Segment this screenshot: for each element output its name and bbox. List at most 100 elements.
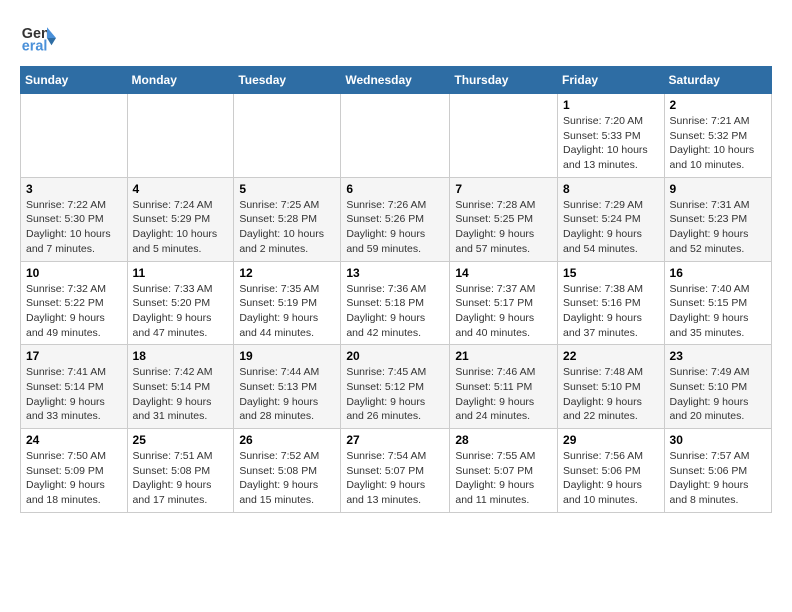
calendar-cell <box>234 94 341 178</box>
day-info: Sunrise: 7:36 AM Sunset: 5:18 PM Dayligh… <box>346 282 444 341</box>
day-number: 23 <box>670 349 766 363</box>
day-info: Sunrise: 7:48 AM Sunset: 5:10 PM Dayligh… <box>563 365 659 424</box>
day-info: Sunrise: 7:32 AM Sunset: 5:22 PM Dayligh… <box>26 282 122 341</box>
day-number: 11 <box>133 266 229 280</box>
day-number: 1 <box>563 98 659 112</box>
day-number: 8 <box>563 182 659 196</box>
day-info: Sunrise: 7:52 AM Sunset: 5:08 PM Dayligh… <box>239 449 335 508</box>
day-info: Sunrise: 7:56 AM Sunset: 5:06 PM Dayligh… <box>563 449 659 508</box>
logo-icon: Gen eral <box>20 20 56 56</box>
calendar-cell: 28 Sunrise: 7:55 AM Sunset: 5:07 PM Dayli… <box>450 429 558 513</box>
day-number: 5 <box>239 182 335 196</box>
logo: Gen eral <box>20 20 62 56</box>
calendar-cell <box>450 94 558 178</box>
day-info: Sunrise: 7:57 AM Sunset: 5:06 PM Dayligh… <box>670 449 766 508</box>
calendar-cell: 17 Sunrise: 7:41 AM Sunset: 5:14 PM Dayli… <box>21 345 128 429</box>
day-number: 10 <box>26 266 122 280</box>
calendar-cell: 18 Sunrise: 7:42 AM Sunset: 5:14 PM Dayli… <box>127 345 234 429</box>
day-number: 7 <box>455 182 552 196</box>
calendar-cell: 11 Sunrise: 7:33 AM Sunset: 5:20 PM Dayli… <box>127 261 234 345</box>
day-info: Sunrise: 7:35 AM Sunset: 5:19 PM Dayligh… <box>239 282 335 341</box>
calendar-cell: 6 Sunrise: 7:26 AM Sunset: 5:26 PM Daylig… <box>341 177 450 261</box>
day-info: Sunrise: 7:28 AM Sunset: 5:25 PM Dayligh… <box>455 198 552 257</box>
calendar-cell: 26 Sunrise: 7:52 AM Sunset: 5:08 PM Dayli… <box>234 429 341 513</box>
calendar-cell: 4 Sunrise: 7:24 AM Sunset: 5:29 PM Daylig… <box>127 177 234 261</box>
calendar-cell: 8 Sunrise: 7:29 AM Sunset: 5:24 PM Daylig… <box>558 177 665 261</box>
day-number: 24 <box>26 433 122 447</box>
calendar-cell: 21 Sunrise: 7:46 AM Sunset: 5:11 PM Dayli… <box>450 345 558 429</box>
calendar-cell: 30 Sunrise: 7:57 AM Sunset: 5:06 PM Dayli… <box>664 429 771 513</box>
day-number: 20 <box>346 349 444 363</box>
calendar-week-3: 10 Sunrise: 7:32 AM Sunset: 5:22 PM Dayli… <box>21 261 772 345</box>
calendar-cell <box>21 94 128 178</box>
calendar-cell: 29Sunrise: 7:56 AM Sunset: 5:06 PM Dayli… <box>558 429 665 513</box>
day-info: Sunrise: 7:33 AM Sunset: 5:20 PM Dayligh… <box>133 282 229 341</box>
day-number: 14 <box>455 266 552 280</box>
day-number: 19 <box>239 349 335 363</box>
calendar-cell: 14 Sunrise: 7:37 AM Sunset: 5:17 PM Dayli… <box>450 261 558 345</box>
calendar: SundayMondayTuesdayWednesdayThursdayFrid… <box>20 66 772 513</box>
calendar-week-5: 24Sunrise: 7:50 AM Sunset: 5:09 PM Dayli… <box>21 429 772 513</box>
day-number: 13 <box>346 266 444 280</box>
day-info: Sunrise: 7:29 AM Sunset: 5:24 PM Dayligh… <box>563 198 659 257</box>
day-info: Sunrise: 7:42 AM Sunset: 5:14 PM Dayligh… <box>133 365 229 424</box>
calendar-cell <box>127 94 234 178</box>
calendar-cell: 27Sunrise: 7:54 AM Sunset: 5:07 PM Dayli… <box>341 429 450 513</box>
day-info: Sunrise: 7:26 AM Sunset: 5:26 PM Dayligh… <box>346 198 444 257</box>
day-number: 27 <box>346 433 444 447</box>
day-number: 9 <box>670 182 766 196</box>
day-info: Sunrise: 7:31 AM Sunset: 5:23 PM Dayligh… <box>670 198 766 257</box>
day-number: 16 <box>670 266 766 280</box>
day-info: Sunrise: 7:37 AM Sunset: 5:17 PM Dayligh… <box>455 282 552 341</box>
day-info: Sunrise: 7:41 AM Sunset: 5:14 PM Dayligh… <box>26 365 122 424</box>
col-header-sunday: Sunday <box>21 67 128 94</box>
calendar-cell: 7 Sunrise: 7:28 AM Sunset: 5:25 PM Daylig… <box>450 177 558 261</box>
svg-text:eral: eral <box>22 39 48 55</box>
day-number: 26 <box>239 433 335 447</box>
day-number: 17 <box>26 349 122 363</box>
day-info: Sunrise: 7:49 AM Sunset: 5:10 PM Dayligh… <box>670 365 766 424</box>
calendar-cell: 25 Sunrise: 7:51 AM Sunset: 5:08 PM Dayli… <box>127 429 234 513</box>
day-number: 6 <box>346 182 444 196</box>
day-info: Sunrise: 7:46 AM Sunset: 5:11 PM Dayligh… <box>455 365 552 424</box>
calendar-cell: 2Sunrise: 7:21 AM Sunset: 5:32 PM Daylig… <box>664 94 771 178</box>
day-info: Sunrise: 7:45 AM Sunset: 5:12 PM Dayligh… <box>346 365 444 424</box>
calendar-cell: 1 Sunrise: 7:20 AM Sunset: 5:33 PM Daylig… <box>558 94 665 178</box>
day-number: 4 <box>133 182 229 196</box>
calendar-cell: 20 Sunrise: 7:45 AM Sunset: 5:12 PM Dayli… <box>341 345 450 429</box>
day-number: 21 <box>455 349 552 363</box>
day-number: 18 <box>133 349 229 363</box>
page-header: Gen eral <box>20 20 772 56</box>
col-header-friday: Friday <box>558 67 665 94</box>
col-header-saturday: Saturday <box>664 67 771 94</box>
calendar-cell: 22Sunrise: 7:48 AM Sunset: 5:10 PM Dayli… <box>558 345 665 429</box>
calendar-week-2: 3Sunrise: 7:22 AM Sunset: 5:30 PM Daylig… <box>21 177 772 261</box>
day-info: Sunrise: 7:55 AM Sunset: 5:07 PM Dayligh… <box>455 449 552 508</box>
day-info: Sunrise: 7:24 AM Sunset: 5:29 PM Dayligh… <box>133 198 229 257</box>
col-header-wednesday: Wednesday <box>341 67 450 94</box>
calendar-cell: 23 Sunrise: 7:49 AM Sunset: 5:10 PM Dayli… <box>664 345 771 429</box>
day-number: 15 <box>563 266 659 280</box>
calendar-cell: 19 Sunrise: 7:44 AM Sunset: 5:13 PM Dayli… <box>234 345 341 429</box>
day-number: 25 <box>133 433 229 447</box>
day-info: Sunrise: 7:44 AM Sunset: 5:13 PM Dayligh… <box>239 365 335 424</box>
calendar-cell: 13 Sunrise: 7:36 AM Sunset: 5:18 PM Dayli… <box>341 261 450 345</box>
day-info: Sunrise: 7:22 AM Sunset: 5:30 PM Dayligh… <box>26 198 122 257</box>
calendar-cell: 3Sunrise: 7:22 AM Sunset: 5:30 PM Daylig… <box>21 177 128 261</box>
calendar-cell: 12 Sunrise: 7:35 AM Sunset: 5:19 PM Dayli… <box>234 261 341 345</box>
day-number: 12 <box>239 266 335 280</box>
calendar-cell: 24Sunrise: 7:50 AM Sunset: 5:09 PM Dayli… <box>21 429 128 513</box>
calendar-week-4: 17 Sunrise: 7:41 AM Sunset: 5:14 PM Dayli… <box>21 345 772 429</box>
day-number: 28 <box>455 433 552 447</box>
calendar-cell: 5Sunrise: 7:25 AM Sunset: 5:28 PM Daylig… <box>234 177 341 261</box>
day-number: 2 <box>670 98 766 112</box>
calendar-cell: 9 Sunrise: 7:31 AM Sunset: 5:23 PM Daylig… <box>664 177 771 261</box>
day-info: Sunrise: 7:20 AM Sunset: 5:33 PM Dayligh… <box>563 114 659 173</box>
day-info: Sunrise: 7:40 AM Sunset: 5:15 PM Dayligh… <box>670 282 766 341</box>
day-info: Sunrise: 7:51 AM Sunset: 5:08 PM Dayligh… <box>133 449 229 508</box>
calendar-cell <box>341 94 450 178</box>
day-info: Sunrise: 7:38 AM Sunset: 5:16 PM Dayligh… <box>563 282 659 341</box>
calendar-header-row: SundayMondayTuesdayWednesdayThursdayFrid… <box>21 67 772 94</box>
day-number: 30 <box>670 433 766 447</box>
col-header-tuesday: Tuesday <box>234 67 341 94</box>
